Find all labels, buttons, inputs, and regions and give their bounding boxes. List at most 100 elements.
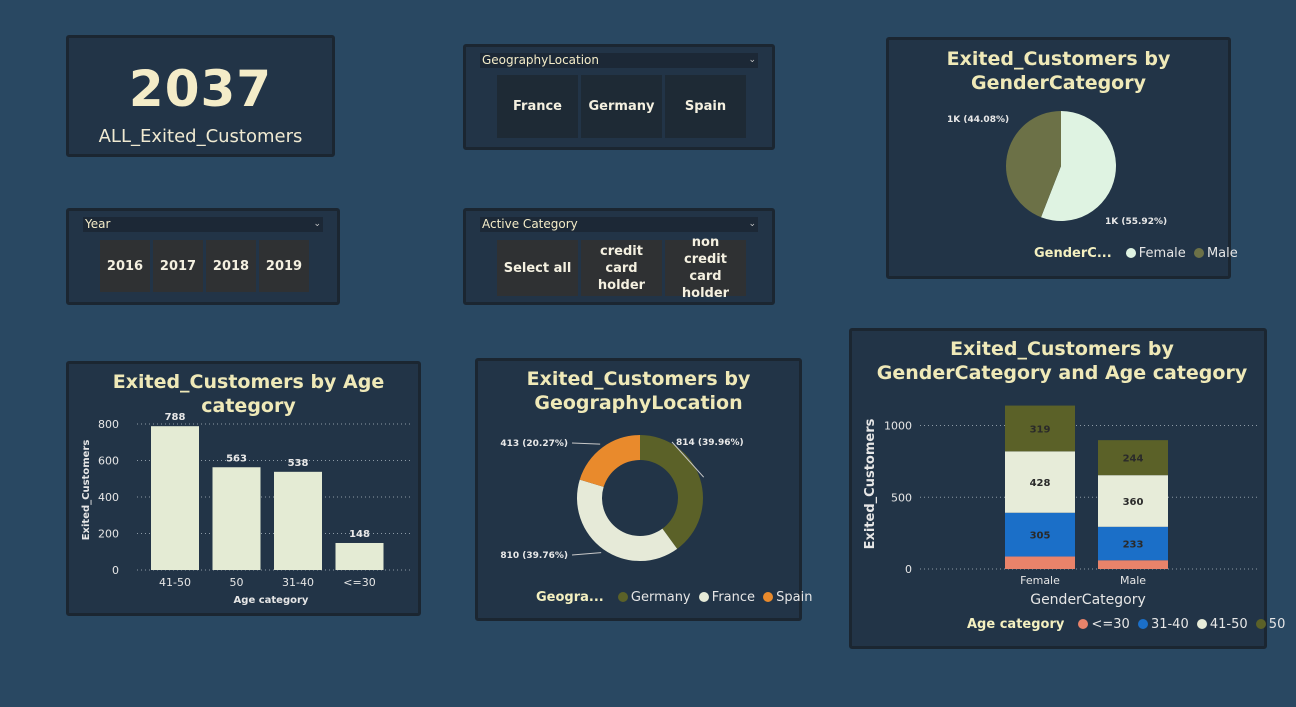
legend-title: Geogra... — [536, 590, 604, 605]
kpi-card: 2037 ALL_Exited_Customers — [66, 35, 335, 157]
y-tick-label: 400 — [98, 491, 119, 504]
data-label: 360 — [1123, 497, 1144, 508]
y-tick-label: 500 — [891, 491, 912, 504]
slicer-title: Year — [85, 217, 111, 231]
legend-dot-50 — [1255, 619, 1266, 629]
y-tick-label: 0 — [112, 564, 119, 577]
data-label: 244 — [1123, 454, 1144, 465]
data-label-male: 1K (44.08%) — [947, 115, 1009, 125]
stack-segment-male[interactable] — [1098, 560, 1168, 569]
x-tick-label: 31-40 — [282, 576, 314, 589]
year-slicer: Year ⌄ 2016 2017 2018 2019 — [66, 208, 340, 305]
slicer-option-select-all[interactable]: Select all — [497, 240, 578, 296]
legend-item-male: Male — [1206, 246, 1238, 261]
slicer-title: Active Category — [482, 217, 578, 231]
slicer-option-france[interactable]: France — [497, 75, 578, 138]
data-label: 319 — [1030, 424, 1051, 435]
gender-age-stacked-card: Exited_Customers by GenderCategory and A… — [849, 328, 1285, 649]
geography-donut-chart: 814 (39.96%) 810 (39.76%) 413 (20.27%) — [500, 435, 744, 561]
legend-title: Age category — [967, 617, 1065, 632]
kpi-label: ALL_Exited_Customers — [98, 126, 303, 147]
data-label-france: 810 (39.76%) — [500, 551, 568, 561]
gender-pie-chart: 1K (55.92%) 1K (44.08%) — [947, 111, 1167, 227]
data-label: 538 — [288, 458, 309, 469]
geography-donut-card: Exited_Customers by GeographyLocation 81… — [475, 358, 812, 621]
slicer-header[interactable]: GeographyLocation ⌄ — [480, 53, 758, 68]
data-label-germany: 814 (39.96%) — [676, 438, 744, 448]
slicer-option-credit-card-holder[interactable]: credit card holder — [581, 240, 662, 296]
bar-41-50[interactable] — [151, 426, 199, 570]
legend-title: GenderC... — [1034, 246, 1112, 261]
legend-dot-41-50 — [1196, 619, 1207, 629]
slicer-option-2018[interactable]: 2018 — [206, 240, 256, 292]
slicer-title: GeographyLocation — [482, 53, 600, 67]
age-bar-card: Exited_Customers by Age category 0 200 400… — [66, 361, 421, 616]
slicer-option-2016[interactable]: 2016 — [100, 240, 150, 292]
y-axis-label: Exited_Customers — [81, 440, 92, 541]
y-tick-label: 1000 — [884, 420, 912, 433]
legend-dot-le30 — [1078, 619, 1089, 629]
donut-slice-france[interactable] — [577, 479, 678, 561]
x-axis-label: GenderCategory — [1030, 592, 1146, 608]
kpi-value: 2037 — [128, 60, 273, 118]
slicer-option-spain[interactable]: Spain — [665, 75, 746, 138]
legend-dot-france — [698, 592, 709, 602]
chevron-down-icon[interactable]: ⌄ — [748, 53, 756, 68]
leader-line — [571, 442, 601, 445]
data-label: 563 — [226, 453, 247, 464]
slicer-option-2019[interactable]: 2019 — [259, 240, 309, 292]
y-tick-label: 0 — [905, 563, 912, 576]
legend-dot-germany — [617, 592, 628, 602]
x-tick-label: 50 — [230, 576, 244, 589]
gender-legend: GenderC... Female Male — [1034, 246, 1238, 261]
slicer-header[interactable]: Active Category ⌄ — [480, 217, 758, 232]
bar-<=30[interactable] — [335, 542, 384, 570]
legend-dot-31-40 — [1137, 619, 1148, 629]
active-category-slicer: Active Category ⌄ Select all credit card… — [463, 208, 775, 305]
donut-slice-spain[interactable] — [579, 435, 640, 487]
donut-slice-germany[interactable] — [640, 435, 703, 549]
data-label: 305 — [1030, 531, 1051, 542]
x-tick-label: 41-50 — [159, 576, 191, 589]
legend-item-spain: Spain — [776, 590, 813, 605]
slicer-option-germany[interactable]: Germany — [581, 75, 662, 138]
geography-slicer: GeographyLocation ⌄ France Germany Spain — [463, 44, 775, 150]
legend-item-germany: Germany — [630, 590, 691, 605]
legend-dot-male — [1193, 248, 1204, 258]
age-legend: Age category <=30 31-40 41-50 50 — [967, 617, 1285, 632]
x-tick-label: Male — [1120, 574, 1146, 587]
geography-legend: Geogra... Germany France Spain — [536, 590, 812, 605]
slicer-option-2017[interactable]: 2017 — [153, 240, 203, 292]
y-tick-label: 800 — [98, 418, 119, 431]
data-label: 148 — [349, 529, 370, 540]
bar-31-40[interactable] — [274, 471, 322, 570]
legend-item-le30: <=30 — [1091, 617, 1130, 632]
legend-item-female: Female — [1138, 246, 1186, 261]
y-tick-label: 200 — [98, 528, 119, 541]
x-axis-label: Age category — [234, 595, 309, 606]
x-tick-label: <=30 — [343, 576, 375, 589]
legend-item-50: 50 — [1268, 617, 1286, 632]
chevron-down-icon[interactable]: ⌄ — [313, 217, 321, 232]
data-label-female: 1K (55.92%) — [1105, 217, 1167, 227]
legend-item-france: France — [711, 590, 756, 605]
gender-age-stacked-chart: 0 500 1000 305 428 319 Female 233 360 244 Male Gend… — [863, 405, 1260, 608]
x-tick-label: Female — [1020, 574, 1060, 587]
data-label-spain: 413 (20.27%) — [500, 439, 568, 449]
stack-segment-female[interactable] — [1005, 556, 1075, 569]
data-label: 428 — [1030, 478, 1051, 489]
chevron-down-icon[interactable]: ⌄ — [748, 217, 756, 232]
slicer-option-non-credit-card-holder[interactable]: non credit card holder — [665, 235, 746, 301]
legend-item-31-40: 31-40 — [1150, 617, 1189, 632]
data-label: 788 — [165, 412, 186, 423]
age-bar-chart: 0 200 400 600 800 788 41-50 563 50 538 31-40 148 <=3… — [81, 412, 411, 606]
gender-pie-card: Exited_Customers by GenderCategory 1K (5… — [886, 37, 1238, 279]
y-axis-label: Exited_Customers — [863, 418, 878, 549]
bar-50[interactable] — [212, 467, 261, 570]
legend-dot-spain — [763, 592, 774, 602]
y-tick-label: 600 — [98, 455, 119, 468]
leader-line — [571, 552, 602, 556]
data-label: 233 — [1123, 540, 1144, 551]
legend-item-41-50: 41-50 — [1209, 617, 1248, 632]
slicer-header[interactable]: Year ⌄ — [83, 217, 323, 232]
